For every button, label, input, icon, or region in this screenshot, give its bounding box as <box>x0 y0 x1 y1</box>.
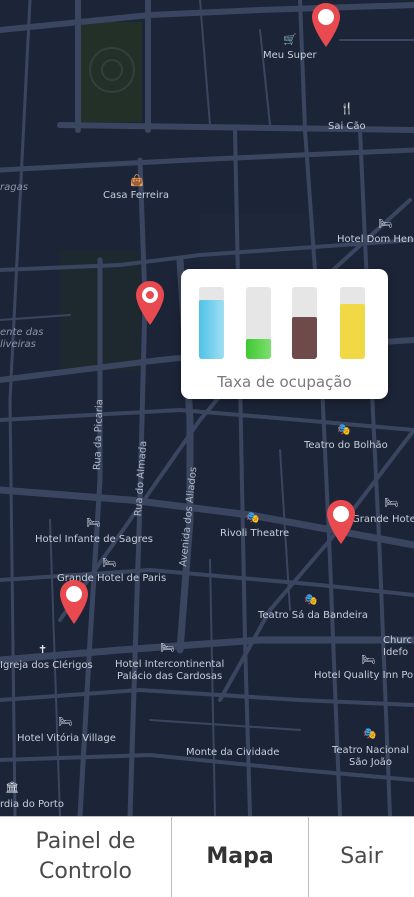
occupancy-bar <box>340 287 365 359</box>
place-label-hotel-quality-inn: Hotel Quality Inn Por <box>314 670 414 681</box>
map-pin-marker[interactable] <box>135 280 165 326</box>
nav-painel-controlo-button[interactable]: Painel de Controlo <box>0 817 171 897</box>
restaurant-icon: 🍴 <box>340 103 354 115</box>
place-label-hotel-infante: Hotel Infante de Sagres <box>35 534 153 545</box>
place-label-casa-ferreira: Casa Ferreira <box>103 190 169 201</box>
hotel-icon: 🛏 <box>378 218 392 230</box>
hotel-icon: 🛏 <box>58 716 72 728</box>
hotel-icon: 🛏 <box>361 654 375 666</box>
place-label-hotel-intercontinental: Hotel Intercontinental Palácio das Cardo… <box>115 659 225 682</box>
church-icon: ✝ <box>38 644 48 656</box>
occupancy-title: Taxa de ocupação <box>217 373 352 391</box>
place-label-teatro-do-bolhao: Teatro do Bolhão <box>304 440 388 451</box>
landmark-icon: 🏛 <box>5 782 19 794</box>
theatre-icon: 🎭 <box>304 594 318 606</box>
map-pin-marker[interactable] <box>326 499 356 545</box>
map-view[interactable]: Meu Super 🛒 Sai Cão 🍴 Casa Ferreira 👜 Ho… <box>0 0 414 816</box>
cart-icon: 🛒 <box>283 34 297 46</box>
hotel-icon: 🛏 <box>102 557 116 569</box>
place-label-rivoli-theatre: Rivoli Theatre <box>220 528 290 539</box>
place-label-hotel-dom-henr: Hotel Dom Henr <box>337 234 414 245</box>
map-pin-marker[interactable] <box>59 579 89 625</box>
shop-icon: 👜 <box>130 175 144 187</box>
place-label-guardia-porto: rdia do Porto <box>0 799 64 810</box>
place-label-igreja-clerigos: Igreja dos Clérigos <box>0 660 93 671</box>
bottom-navbar: Painel de Controlo Mapa Sair <box>0 816 414 897</box>
occupancy-bar <box>199 287 224 359</box>
theatre-icon: 🎭 <box>363 728 377 740</box>
place-label-meu-super: Meu Super <box>263 50 317 61</box>
nav-sair-button[interactable]: Sair <box>308 817 414 897</box>
occupancy-bar <box>292 287 317 359</box>
area-label-oliveiras: ente das liveiras <box>0 327 44 350</box>
area-label-ragas: ragas <box>0 182 28 193</box>
place-label-teatro-sa-bandeira: Teatro Sá da Bandeira <box>258 610 368 621</box>
occupancy-popup[interactable]: Taxa de ocupação <box>181 269 388 399</box>
place-label-sai-cao: Sai Cão <box>328 121 366 132</box>
place-label-grande-hotel: Grande Hotel de <box>352 514 414 525</box>
place-label-church: Churc Idefo <box>383 635 413 658</box>
place-label-hotel-vitoria-village: Hotel Vitória Village <box>17 733 116 744</box>
hotel-icon: 🛏 <box>160 642 174 654</box>
nav-mapa-button[interactable]: Mapa <box>171 817 308 897</box>
hotel-icon: 🛏 <box>384 497 398 509</box>
place-label-teatro-nacional: Teatro Nacional São João <box>332 745 410 768</box>
occupancy-bar <box>246 287 271 359</box>
hotel-icon: 🛏 <box>86 517 100 529</box>
theatre-icon: 🎭 <box>337 424 351 436</box>
theatre-icon: 🎭 <box>246 512 260 524</box>
place-label-monte-cividade: Monte da Cividade <box>186 747 280 758</box>
map-pin-marker[interactable] <box>311 2 341 48</box>
